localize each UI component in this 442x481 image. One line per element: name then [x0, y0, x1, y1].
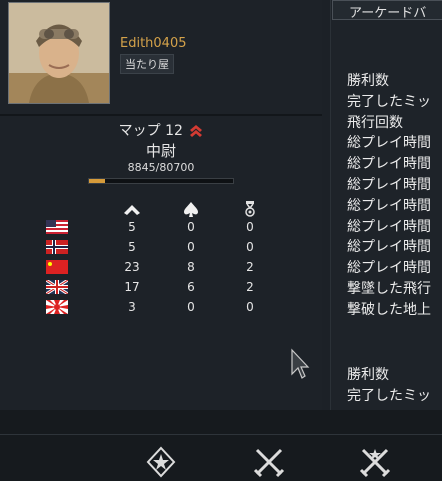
experience-progress-bar — [88, 178, 234, 184]
rank-name: 中尉 — [145, 142, 176, 160]
table-cell: 6 — [187, 280, 195, 294]
rank-level-label: マップ 12 — [118, 123, 183, 139]
table-cell: 23 — [124, 260, 140, 274]
stat-label: 総プレイ時間 — [347, 218, 431, 235]
usa-flag-icon — [46, 220, 68, 234]
stat-label: 勝利数 — [347, 367, 389, 383]
stat-label: 撃墜した飛行 — [347, 281, 431, 297]
username: Edith0405 — [120, 36, 187, 51]
stat-label: 総プレイ時間 — [347, 135, 431, 152]
divider — [0, 114, 322, 116]
table-cell: 0 — [187, 300, 195, 314]
crossed-swords-star-icon[interactable] — [358, 446, 392, 478]
avatar[interactable] — [8, 2, 110, 104]
table-row: 17 6 2 — [0, 278, 322, 298]
table-cell: 3 — [128, 300, 136, 314]
table-cell: 0 — [187, 240, 195, 254]
chevron-up-icon — [124, 205, 140, 215]
crossed-swords-icon[interactable] — [252, 446, 286, 478]
stat-label: 完了したミッ — [347, 93, 431, 110]
norway-flag-icon — [46, 240, 68, 254]
rank-level-line: マップ 12 — [0, 120, 322, 140]
divider — [0, 434, 442, 435]
game-mode-dropdown[interactable]: アーケードバ — [332, 0, 442, 20]
japan-flag-icon — [46, 300, 68, 314]
china-flag-icon — [46, 260, 68, 274]
rank-chevrons-icon — [190, 125, 203, 137]
stat-label: 総プレイ時間 — [347, 197, 431, 214]
stat-label: 撃破した地上 — [347, 301, 431, 318]
mouse-cursor-icon — [291, 348, 310, 379]
table-cell: 8 — [187, 260, 195, 274]
table-cell: 0 — [187, 220, 195, 234]
uk-flag-icon — [45, 278, 69, 296]
medal-icon — [245, 201, 255, 217]
table-row: 3 0 0 — [0, 298, 322, 318]
stat-label: 完了したミッ — [347, 388, 431, 404]
table-cell: 5 — [128, 220, 136, 234]
stat-label: 勝利数 — [347, 73, 389, 89]
table-cell: 17 — [124, 280, 140, 294]
stat-label: 飛行回数 — [347, 114, 403, 131]
table-cell: 2 — [246, 260, 254, 274]
star-shield-icon[interactable] — [144, 446, 178, 478]
table-row: 5 0 0 — [0, 238, 322, 258]
spade-icon — [184, 202, 198, 217]
experience-text: 8845/80700 — [127, 161, 195, 174]
table-row: 5 0 0 — [0, 218, 322, 238]
stat-label: 総プレイ時間 — [347, 239, 431, 256]
stat-label: 総プレイ時間 — [347, 177, 431, 193]
table-cell: 0 — [246, 240, 254, 254]
player-title-badge[interactable]: 当たり屋 — [120, 54, 174, 74]
experience-progress-fill — [89, 179, 105, 183]
stat-label: 総プレイ時間 — [347, 156, 431, 173]
stat-label: 総プレイ時間 — [347, 260, 431, 277]
table-cell: 2 — [246, 280, 254, 294]
table-cell: 5 — [128, 240, 136, 254]
table-row: 23 8 2 — [0, 258, 322, 278]
table-cell: 0 — [246, 220, 254, 234]
table-cell: 0 — [246, 300, 254, 314]
